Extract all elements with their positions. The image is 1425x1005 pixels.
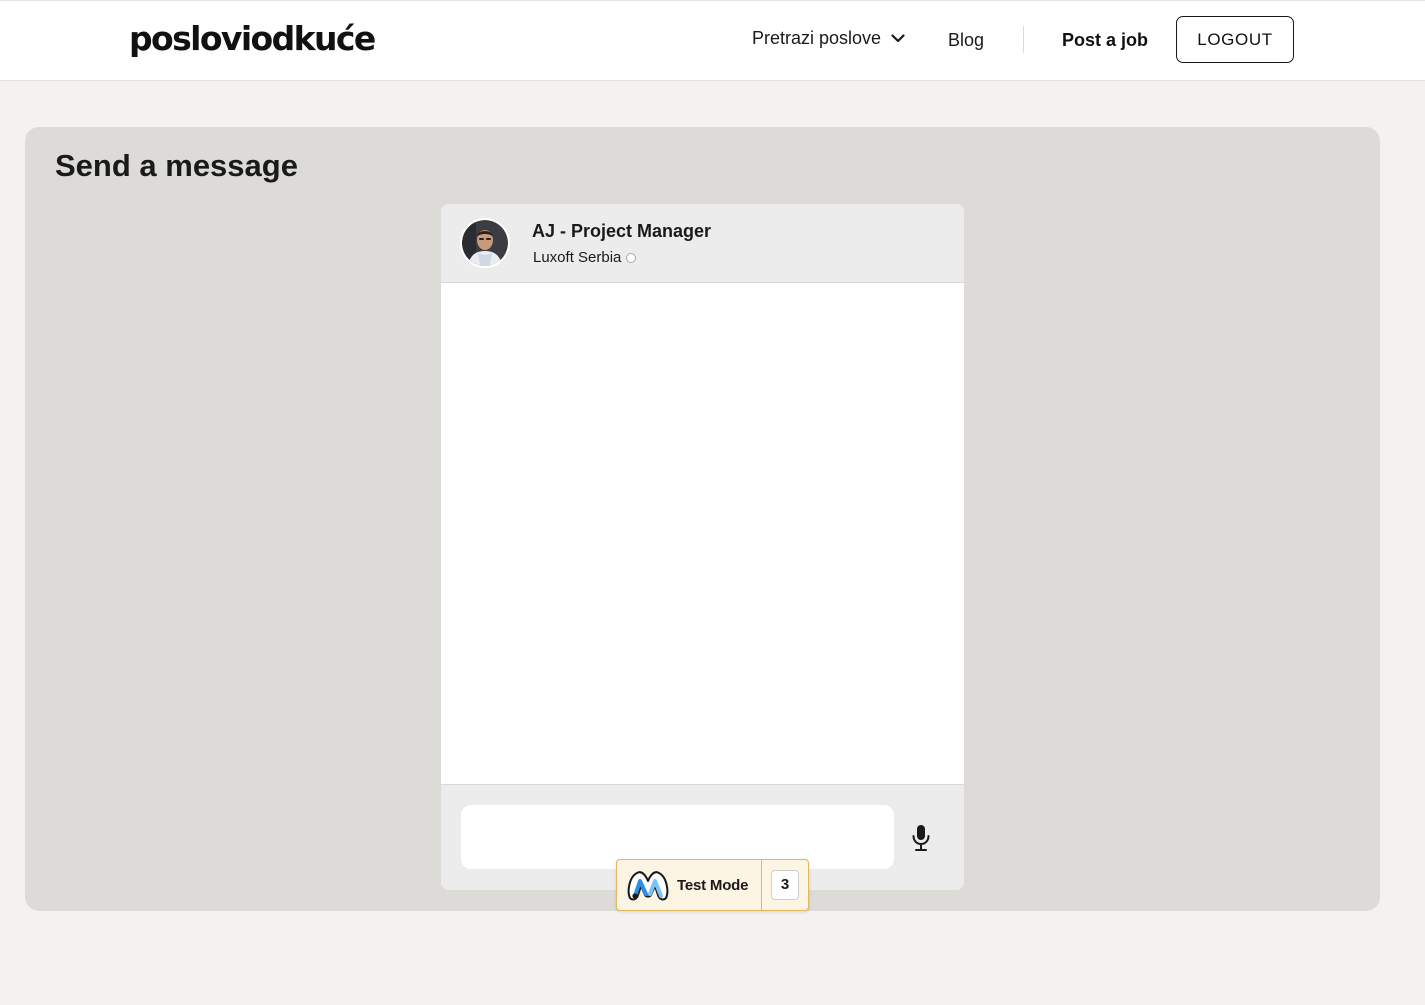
site-logo[interactable]: posloviodkuće <box>129 19 376 59</box>
nav-search-jobs-dropdown[interactable]: Pretrazi poslove <box>752 28 905 49</box>
test-mode-label: Test Mode <box>677 876 749 894</box>
microphone-button[interactable] <box>907 823 935 853</box>
test-mode-count[interactable]: 3 <box>771 870 799 900</box>
test-mode-logo-icon <box>627 871 669 901</box>
avatar-photo-icon <box>462 220 508 266</box>
page-title: Send a message <box>55 148 298 183</box>
nav-divider <box>1023 26 1024 53</box>
chevron-down-icon <box>891 34 905 43</box>
contact-avatar <box>460 218 510 268</box>
test-mode-badge[interactable]: Test Mode 3 <box>616 859 809 911</box>
chat-header: AJ - Project Manager Luxoft Serbia <box>441 204 964 283</box>
nav-post-job-link[interactable]: Post a job <box>1062 30 1148 51</box>
logout-button[interactable]: LOGOUT <box>1176 16 1294 63</box>
top-navigation-bar: posloviodkuće Pretrazi poslove Blog Post… <box>0 0 1425 81</box>
chat-window: AJ - Project Manager Luxoft Serbia <box>441 204 964 890</box>
microphone-icon <box>912 825 930 851</box>
nav-search-jobs-label: Pretrazi poslove <box>752 28 882 48</box>
nav-blog-link[interactable]: Blog <box>948 30 984 51</box>
contact-company-row: Luxoft Serbia <box>533 249 637 266</box>
test-mode-divider <box>761 860 762 910</box>
contact-company: Luxoft Serbia <box>533 249 622 266</box>
chat-messages-area[interactable] <box>441 283 964 785</box>
send-message-panel: Send a message AJ - Project Manager Luxo… <box>25 127 1380 911</box>
contact-name: AJ - Project Manager <box>532 221 712 241</box>
offline-status-icon <box>626 252 637 263</box>
